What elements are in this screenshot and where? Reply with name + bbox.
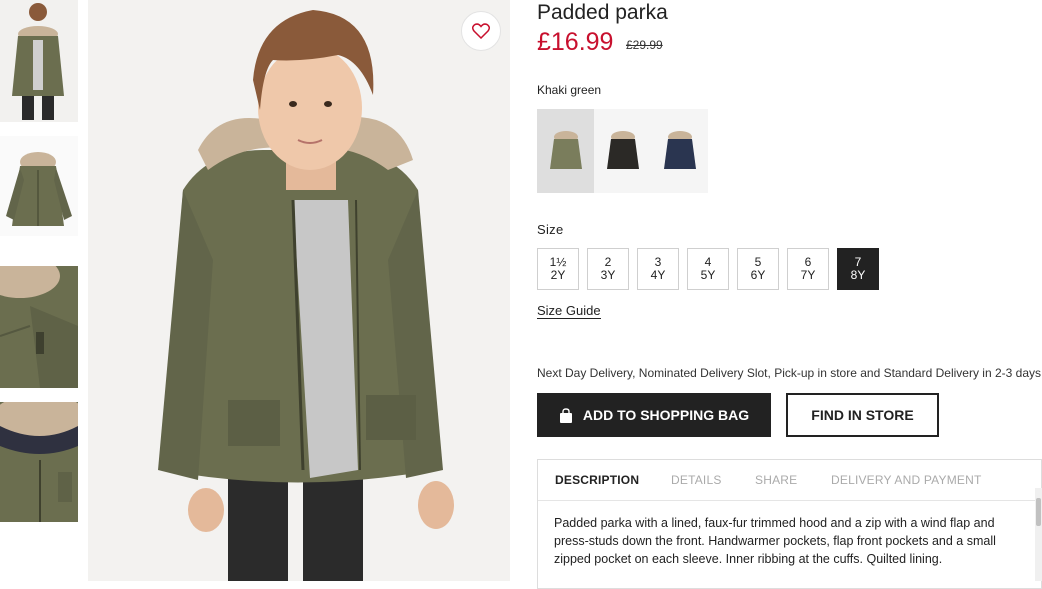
delivery-info: Next Day Delivery, Nominated Delivery Sl… bbox=[537, 366, 1042, 380]
main-product-image[interactable] bbox=[88, 0, 510, 581]
tab-share[interactable]: SHARE bbox=[755, 473, 797, 487]
color-swatch-list bbox=[537, 109, 708, 193]
shopping-bag-icon bbox=[559, 407, 572, 423]
swatch-khaki-green[interactable] bbox=[537, 109, 594, 193]
thumbnail-list bbox=[0, 0, 78, 581]
parka-swatch-icon bbox=[663, 131, 696, 169]
tab-delivery-and-payment[interactable]: DELIVERY AND PAYMENT bbox=[831, 473, 982, 487]
tab-description[interactable]: DESCRIPTION bbox=[555, 473, 639, 487]
size-option[interactable]: 5 6Y bbox=[737, 248, 779, 290]
size-option-selected[interactable]: 7 8Y bbox=[837, 248, 879, 290]
scrollbar-thumb[interactable] bbox=[1036, 498, 1041, 526]
find-in-store-button[interactable]: FIND IN STORE bbox=[786, 393, 939, 437]
size-option[interactable]: 4 5Y bbox=[687, 248, 729, 290]
product-description: Padded parka with a lined, faux-fur trim… bbox=[554, 516, 996, 566]
tab-bar: DESCRIPTION DETAILS SHARE DELIVERY AND P… bbox=[538, 460, 1041, 501]
product-title: Padded parka bbox=[537, 1, 668, 24]
size-option[interactable]: 1½ 2Y bbox=[537, 248, 579, 290]
selected-color-name: Khaki green bbox=[537, 83, 602, 97]
product-price: £16.99 bbox=[537, 28, 614, 56]
size-option[interactable]: 6 7Y bbox=[787, 248, 829, 290]
thumbnail-sleeve-detail[interactable] bbox=[0, 266, 78, 388]
thumbnail-front-full[interactable] bbox=[0, 0, 78, 122]
product-info-tabs: DESCRIPTION DETAILS SHARE DELIVERY AND P… bbox=[537, 459, 1042, 589]
size-option[interactable]: 3 4Y bbox=[637, 248, 679, 290]
thumbnail-flat-parka[interactable] bbox=[0, 136, 78, 236]
parka-swatch-icon bbox=[606, 131, 639, 169]
swatch-dark-blue[interactable] bbox=[651, 109, 708, 193]
add-to-bag-label: ADD TO SHOPPING BAG bbox=[582, 407, 750, 423]
size-guide-link[interactable]: Size Guide bbox=[537, 303, 601, 319]
size-options: 1½ 2Y 2 3Y 3 4Y 4 5Y 5 6Y 6 7Y 7 8Y bbox=[537, 248, 879, 290]
size-label: Size bbox=[537, 222, 564, 237]
parka-swatch-icon bbox=[549, 131, 582, 169]
tab-details[interactable]: DETAILS bbox=[671, 473, 722, 487]
heart-icon bbox=[472, 23, 490, 39]
thumbnail-hood-detail[interactable] bbox=[0, 402, 78, 522]
favourite-button[interactable] bbox=[461, 11, 501, 51]
swatch-black[interactable] bbox=[594, 109, 651, 193]
add-to-shopping-bag-button[interactable]: ADD TO SHOPPING BAG bbox=[537, 393, 771, 437]
size-option[interactable]: 2 3Y bbox=[587, 248, 629, 290]
product-old-price: £29.99 bbox=[626, 38, 663, 52]
